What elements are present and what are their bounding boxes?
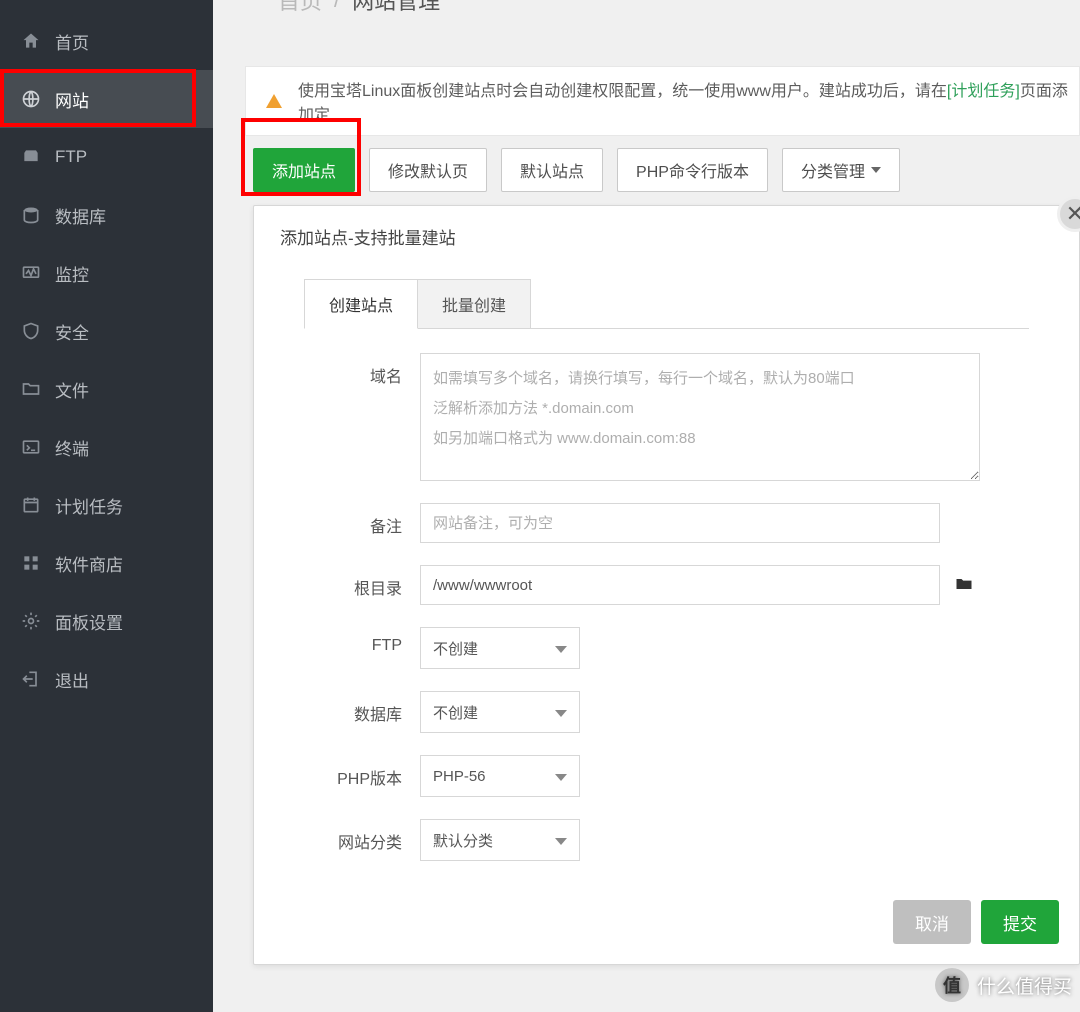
label-php: PHP版本: [304, 755, 420, 789]
tab-batch-create[interactable]: 批量创建: [418, 279, 531, 329]
alert-text: 使用宝塔Linux面板创建站点时会自动创建权限配置，统一使用www用户。建站成功…: [298, 77, 1079, 125]
category-manage-button[interactable]: 分类管理: [782, 148, 900, 192]
breadcrumb-sep: /: [334, 0, 340, 13]
domain-input[interactable]: [420, 353, 980, 481]
sidebar-item-security[interactable]: 安全: [0, 302, 213, 360]
add-site-button[interactable]: 添加站点: [253, 148, 355, 192]
add-site-modal: ✕ 添加站点-支持批量建站 创建站点 批量创建 域名 备注 根目录: [253, 205, 1080, 965]
sidebar-item-label: 监控: [55, 261, 89, 286]
modal-title: 添加站点-支持批量建站: [254, 206, 1079, 259]
warning-icon: [266, 94, 282, 108]
sidebar-item-label: 退出: [55, 667, 89, 692]
sidebar-item-label: 首页: [55, 29, 89, 54]
sidebar-item-monitor[interactable]: 监控: [0, 244, 213, 302]
sidebar-item-label: 计划任务: [55, 493, 123, 518]
globe-icon: [20, 88, 42, 110]
php-cli-version-button[interactable]: PHP命令行版本: [617, 148, 768, 192]
sidebar-item-label: 软件商店: [55, 551, 123, 576]
sidebar: 首页 网站 FTP 数据库 监控 安全 文件 终端 计划任务 软件商店 面板设置: [0, 0, 213, 1012]
folder-icon: [20, 378, 42, 400]
database-icon: [20, 204, 42, 226]
chevron-down-icon: [555, 646, 567, 653]
monitor-icon: [20, 262, 42, 284]
logout-icon: [20, 668, 42, 690]
modify-default-page-button[interactable]: 修改默认页: [369, 148, 487, 192]
label-db: 数据库: [304, 691, 420, 725]
sidebar-item-label: 文件: [55, 377, 89, 402]
browse-folder-icon[interactable]: [952, 574, 976, 597]
ftp-select[interactable]: 不创建: [420, 627, 580, 669]
sidebar-item-label: 网站: [55, 87, 89, 112]
sidebar-item-label: FTP: [55, 147, 87, 167]
sidebar-item-terminal[interactable]: 终端: [0, 418, 213, 476]
breadcrumb-current: 网站管理: [352, 0, 440, 16]
category-select[interactable]: 默认分类: [420, 819, 580, 861]
sidebar-item-logout[interactable]: 退出: [0, 650, 213, 708]
chevron-down-icon: [555, 774, 567, 781]
ftp-icon: [20, 146, 42, 168]
chevron-down-icon: [555, 838, 567, 845]
sidebar-item-store[interactable]: 软件商店: [0, 534, 213, 592]
sidebar-item-site[interactable]: 网站: [0, 70, 213, 128]
label-note: 备注: [304, 503, 420, 537]
sidebar-item-ftp[interactable]: FTP: [0, 128, 213, 186]
note-input[interactable]: [420, 503, 940, 543]
watermark-icon: 值: [935, 968, 969, 1002]
toolbar: 添加站点 修改默认页 默认站点 PHP命令行版本 分类管理: [253, 148, 900, 192]
php-select[interactable]: PHP-56: [420, 755, 580, 797]
shield-icon: [20, 320, 42, 342]
breadcrumb-home[interactable]: 首页: [278, 0, 322, 16]
sidebar-item-label: 面板设置: [55, 609, 123, 634]
modal-actions: 取消 提交: [893, 900, 1059, 944]
sidebar-item-label: 终端: [55, 435, 89, 460]
default-site-button[interactable]: 默认站点: [501, 148, 603, 192]
apps-icon: [20, 552, 42, 574]
label-root: 根目录: [304, 565, 420, 599]
cancel-button[interactable]: 取消: [893, 900, 971, 944]
home-icon: [20, 30, 42, 52]
breadcrumb: 首页 / 网站管理: [278, 0, 440, 16]
chevron-down-icon: [555, 710, 567, 717]
watermark: 值 什么值得买: [935, 968, 1072, 1002]
alert-link[interactable]: [计划任务]: [947, 83, 1020, 100]
root-input[interactable]: [420, 565, 940, 605]
sidebar-item-db[interactable]: 数据库: [0, 186, 213, 244]
form: 域名 备注 根目录 FTP 不创建: [304, 353, 1029, 861]
watermark-text: 什么值得买: [977, 972, 1072, 999]
submit-button[interactable]: 提交: [981, 900, 1059, 944]
terminal-icon: [20, 436, 42, 458]
gear-icon: [20, 610, 42, 632]
chevron-down-icon: [871, 167, 881, 173]
label-domain: 域名: [304, 353, 420, 387]
sidebar-item-label: 数据库: [55, 203, 106, 228]
label-ftp: FTP: [304, 627, 420, 655]
tab-create-site[interactable]: 创建站点: [304, 279, 418, 329]
calendar-icon: [20, 494, 42, 516]
sidebar-item-home[interactable]: 首页: [0, 12, 213, 70]
db-select[interactable]: 不创建: [420, 691, 580, 733]
modal-tabs: 创建站点 批量创建: [304, 279, 1079, 329]
sidebar-item-file[interactable]: 文件: [0, 360, 213, 418]
label-category: 网站分类: [304, 819, 420, 853]
sidebar-item-settings[interactable]: 面板设置: [0, 592, 213, 650]
alert-banner: 使用宝塔Linux面板创建站点时会自动创建权限配置，统一使用www用户。建站成功…: [245, 66, 1080, 136]
sidebar-item-label: 安全: [55, 319, 89, 344]
sidebar-item-cron[interactable]: 计划任务: [0, 476, 213, 534]
